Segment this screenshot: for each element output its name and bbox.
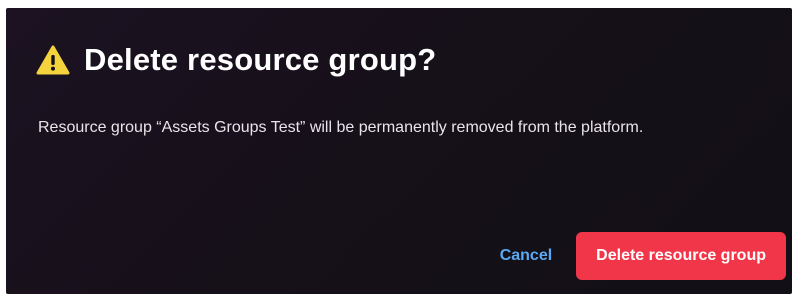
dialog-message: Resource group “Assets Groups Test” will… — [38, 119, 644, 136]
dialog-actions: Cancel Delete resource group — [500, 232, 786, 280]
cancel-button[interactable]: Cancel — [500, 247, 552, 265]
dialog-title: Delete resource group? — [84, 42, 437, 77]
delete-confirmation-dialog: Delete resource group? Resource group “A… — [6, 8, 792, 294]
delete-resource-group-button[interactable]: Delete resource group — [576, 232, 786, 280]
warning-icon — [36, 45, 70, 75]
dialog-header: Delete resource group? — [36, 38, 436, 82]
